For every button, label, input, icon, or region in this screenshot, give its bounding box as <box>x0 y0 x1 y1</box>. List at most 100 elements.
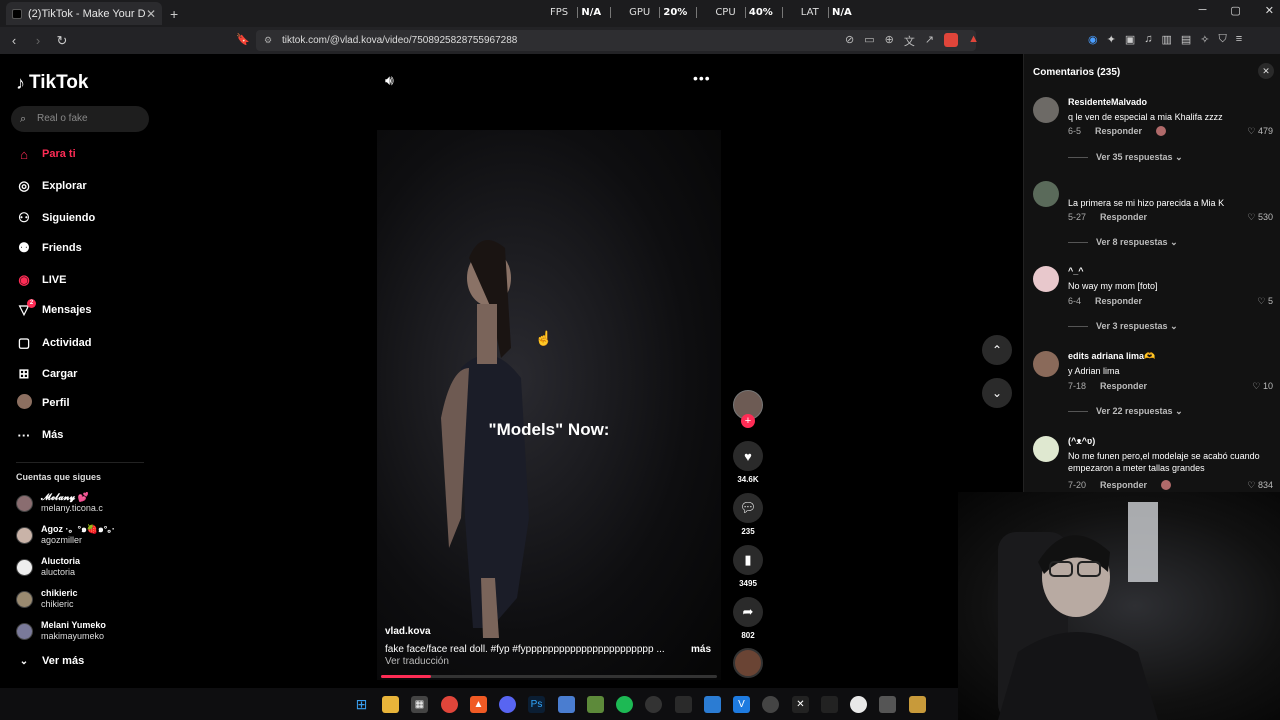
forward-icon[interactable]: › <box>28 33 48 48</box>
view-replies-button[interactable]: Ver 22 respuestas ⌄ <box>1068 406 1183 417</box>
avatar[interactable] <box>1033 181 1059 207</box>
minimize-icon[interactable]: ─ <box>1199 4 1207 17</box>
volume-icon[interactable]: 🔊︎ <box>385 72 394 89</box>
zoom-icon[interactable]: ⊕ <box>885 33 894 49</box>
comment-user[interactable]: ^_^ <box>1068 266 1084 276</box>
comment-user[interactable]: edits adriana lima🫶 <box>1068 351 1155 362</box>
reply-button[interactable]: Responder <box>1095 126 1142 136</box>
vpn-icon[interactable]: ⛉ <box>1219 33 1227 46</box>
close-window-icon[interactable]: ✕ <box>1265 4 1274 17</box>
view-replies-button[interactable]: Ver 8 respuestas ⌄ <box>1068 237 1178 248</box>
extensions-icon[interactable]: ✦ <box>1107 33 1116 46</box>
leo-icon[interactable]: ✧ <box>1200 33 1209 46</box>
chrome-icon[interactable] <box>850 696 867 713</box>
file-explorer-icon[interactable] <box>382 696 399 713</box>
nav-mas[interactable]: ··· Más <box>16 425 64 445</box>
video-author[interactable]: vlad.kova <box>385 626 431 637</box>
nav-perfil[interactable]: Perfil <box>16 393 70 413</box>
media-icon[interactable]: ♫ <box>1144 33 1152 46</box>
translate-icon[interactable]: 文 <box>904 33 915 49</box>
share-arrow-icon[interactable]: ➦ <box>733 597 763 627</box>
windows-start-icon[interactable]: ⊞ <box>353 696 370 713</box>
heart-icon[interactable]: ♥ <box>733 441 763 471</box>
see-more-button[interactable]: ⌄ Ver más <box>16 651 84 671</box>
app-icon[interactable] <box>675 696 692 713</box>
site-info-icon[interactable]: ⚙ <box>264 30 272 51</box>
app-icon[interactable] <box>879 696 896 713</box>
previous-video-button[interactable]: ⌃ <box>982 335 1012 365</box>
minecraft-icon[interactable] <box>587 696 604 713</box>
photoshop-icon[interactable]: Ps <box>528 696 545 713</box>
comment-action[interactable]: 💬︎ 235 <box>733 493 763 536</box>
nav-para-ti[interactable]: ⌂ Para ti <box>16 144 76 164</box>
comment-user[interactable]: ResidenteMalvado <box>1068 97 1147 107</box>
following-item[interactable]: 𝓜𝓮𝓵𝓪𝓷𝔂 💕 melany.ticona.c <box>16 492 103 514</box>
share-action[interactable]: ➦ 802 <box>733 597 763 640</box>
spotify-icon[interactable] <box>616 696 633 713</box>
nav-friends[interactable]: ⚉ Friends <box>16 238 82 258</box>
reply-button[interactable]: Responder <box>1100 480 1147 490</box>
screen-icon[interactable]: ▭ <box>864 33 874 49</box>
nav-siguiendo[interactable]: ⚇ Siguiendo <box>16 208 95 228</box>
speaker-icon[interactable]: ◉ <box>1088 33 1098 46</box>
back-icon[interactable]: ‹ <box>4 33 24 48</box>
like-action[interactable]: ♥ 34.6K <box>733 441 763 484</box>
more-options-icon[interactable]: ••• <box>693 70 711 86</box>
avatar[interactable] <box>1033 266 1059 292</box>
menu-icon[interactable]: ≡ <box>1236 33 1242 46</box>
nav-cargar[interactable]: ⊞ Cargar <box>16 364 78 384</box>
translate-link[interactable]: Ver traducción <box>385 656 449 667</box>
reload-icon[interactable]: ↻ <box>52 33 72 49</box>
reply-button[interactable]: Responder <box>1095 296 1142 306</box>
video-progress-bar[interactable] <box>381 675 717 678</box>
comment-likes[interactable]: ♡ 5 <box>1257 296 1273 307</box>
notepad-icon[interactable] <box>704 696 721 713</box>
vscode-icon[interactable]: V <box>733 696 750 713</box>
bookmark-icon[interactable]: 🔖 <box>236 33 250 46</box>
next-video-button[interactable]: ⌄ <box>982 378 1012 408</box>
browser-tab[interactable]: (2)TikTok - Make Your Day ✕ <box>6 2 162 25</box>
tiktok-logo[interactable]: ♪ TikTok <box>16 72 88 94</box>
app-icon[interactable] <box>558 696 575 713</box>
chrome-icon[interactable] <box>441 696 458 713</box>
avatar[interactable] <box>1033 97 1059 123</box>
comment-likes[interactable]: ♡ 834 <box>1247 480 1273 491</box>
no-camera-icon[interactable]: ⊘ <box>845 33 854 49</box>
music-disc-icon[interactable] <box>733 648 763 678</box>
obs-icon[interactable] <box>645 696 662 713</box>
view-replies-button[interactable]: Ver 3 respuestas ⌄ <box>1068 321 1178 332</box>
store-icon[interactable]: ▦ <box>411 696 428 713</box>
save-action[interactable]: ▮ 3495 <box>733 545 763 588</box>
comment-likes[interactable]: ♡ 479 <box>1247 126 1273 137</box>
following-item[interactable]: Melani Yumeko makimayumeko <box>16 620 106 642</box>
nav-mensajes[interactable]: ▽ 2 Mensajes <box>16 299 92 320</box>
video-player[interactable] <box>377 130 721 680</box>
nav-actividad[interactable]: ▢ Actividad <box>16 333 92 353</box>
follow-plus-icon[interactable]: + <box>741 414 755 428</box>
app-icon[interactable] <box>909 696 926 713</box>
avatar[interactable] <box>1033 436 1059 462</box>
brave-icon[interactable]: ▲ <box>470 696 487 713</box>
following-item[interactable]: Agoz ·。°๑🍓๑°。· agozmiller <box>16 524 115 546</box>
search-input[interactable]: ⌕ Real o fake <box>11 106 149 132</box>
view-replies-button[interactable]: Ver 35 respuestas ⌄ <box>1068 152 1183 163</box>
app-icon[interactable]: ✕ <box>792 696 809 713</box>
following-item[interactable]: chikieric chikieric <box>16 588 78 610</box>
new-tab-button[interactable]: + <box>170 6 178 22</box>
brave-rewards-icon[interactable]: ▲ <box>968 33 979 49</box>
comment-likes[interactable]: ♡ 10 <box>1252 381 1273 392</box>
close-comments-button[interactable]: ✕ <box>1258 63 1274 79</box>
wallet-icon[interactable]: ▤ <box>1181 33 1191 46</box>
comment-icon[interactable]: 💬︎ <box>733 493 763 523</box>
avatar[interactable] <box>1033 351 1059 377</box>
capcut-icon[interactable] <box>821 696 838 713</box>
brave-shield-icon[interactable] <box>944 33 959 47</box>
caption-more-button[interactable]: más <box>691 644 711 655</box>
share-icon[interactable]: ↗ <box>925 33 934 49</box>
comment-user[interactable]: (^ᴥ^ʋ) <box>1068 436 1095 446</box>
nav-explorar[interactable]: ◎ Explorar <box>16 176 86 196</box>
maximize-icon[interactable]: ▢ <box>1230 4 1240 17</box>
discord-icon[interactable] <box>499 696 516 713</box>
steam-icon[interactable] <box>762 696 779 713</box>
reply-button[interactable]: Responder <box>1100 212 1147 222</box>
